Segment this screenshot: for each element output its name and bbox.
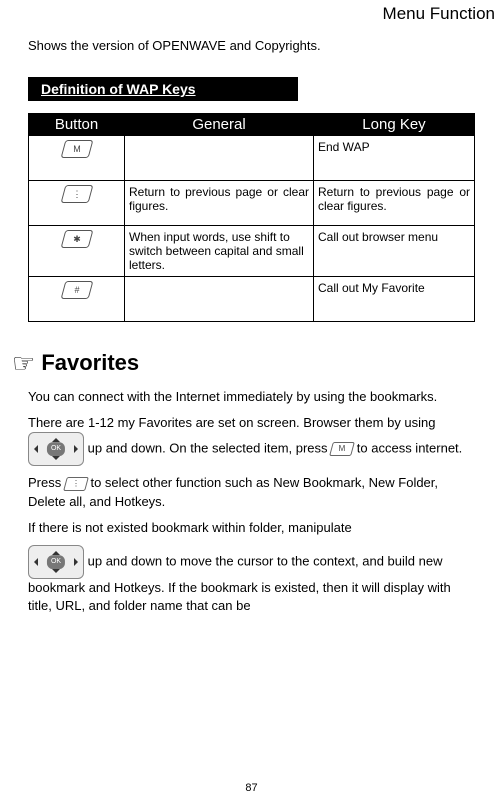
cell-general: When input words, use shift to switch be…	[125, 226, 314, 277]
hand-icon: ☞	[12, 350, 35, 376]
table-row: When input words, use shift to switch be…	[29, 226, 475, 277]
m-key-icon	[329, 442, 355, 456]
table-header-longkey: Long Key	[314, 114, 475, 136]
favorites-para4: If there is not existed bookmark within …	[28, 519, 475, 537]
cell-general	[125, 277, 314, 322]
table-header-general: General	[125, 114, 314, 136]
table-header-button: Button	[29, 114, 125, 136]
cell-longkey: Return to previous page or clear figures…	[314, 181, 475, 226]
dots-key-icon	[60, 185, 93, 203]
favorites-heading: Favorites	[41, 350, 139, 376]
para2-text-c: to access internet.	[357, 441, 463, 456]
favorites-para2: There are 1-12 my Favorites are set on s…	[28, 414, 475, 466]
page-number: 87	[0, 782, 503, 794]
asterisk-key-icon	[60, 230, 93, 248]
section-header: Definition of WAP Keys	[28, 77, 298, 101]
hash-key-icon	[60, 281, 93, 299]
favorites-para1: You can connect with the Internet immedi…	[28, 388, 475, 406]
table-row: End WAP	[29, 136, 475, 181]
wap-keys-table: Button General Long Key End WAP Return t…	[28, 113, 475, 322]
dpad-icon	[28, 432, 84, 466]
para3-text-a: Press	[28, 475, 65, 490]
favorites-para5: up and down to move the cursor to the co…	[28, 545, 475, 615]
para3-text-b: to select other function such as New Boo…	[28, 475, 438, 508]
cell-general	[125, 136, 314, 181]
para2-text-b: up and down. On the selected item, press	[88, 441, 332, 456]
favorites-para3: Press to select other function such as N…	[28, 474, 475, 510]
page-title: Menu Function	[8, 4, 495, 24]
cell-longkey: Call out browser menu	[314, 226, 475, 277]
dots-key-icon	[63, 477, 89, 491]
para5-text: up and down to move the cursor to the co…	[28, 553, 451, 613]
dpad-icon	[28, 545, 84, 579]
cell-general: Return to previous page or clear figures…	[125, 181, 314, 226]
intro-paragraph: Shows the version of OPENWAVE and Copyri…	[14, 38, 489, 53]
m-key-icon	[60, 140, 93, 158]
table-row: Return to previous page or clear figures…	[29, 181, 475, 226]
cell-longkey: Call out My Favorite	[314, 277, 475, 322]
cell-longkey: End WAP	[314, 136, 475, 181]
para2-text-a: There are 1-12 my Favorites are set on s…	[28, 415, 436, 430]
table-row: Call out My Favorite	[29, 277, 475, 322]
